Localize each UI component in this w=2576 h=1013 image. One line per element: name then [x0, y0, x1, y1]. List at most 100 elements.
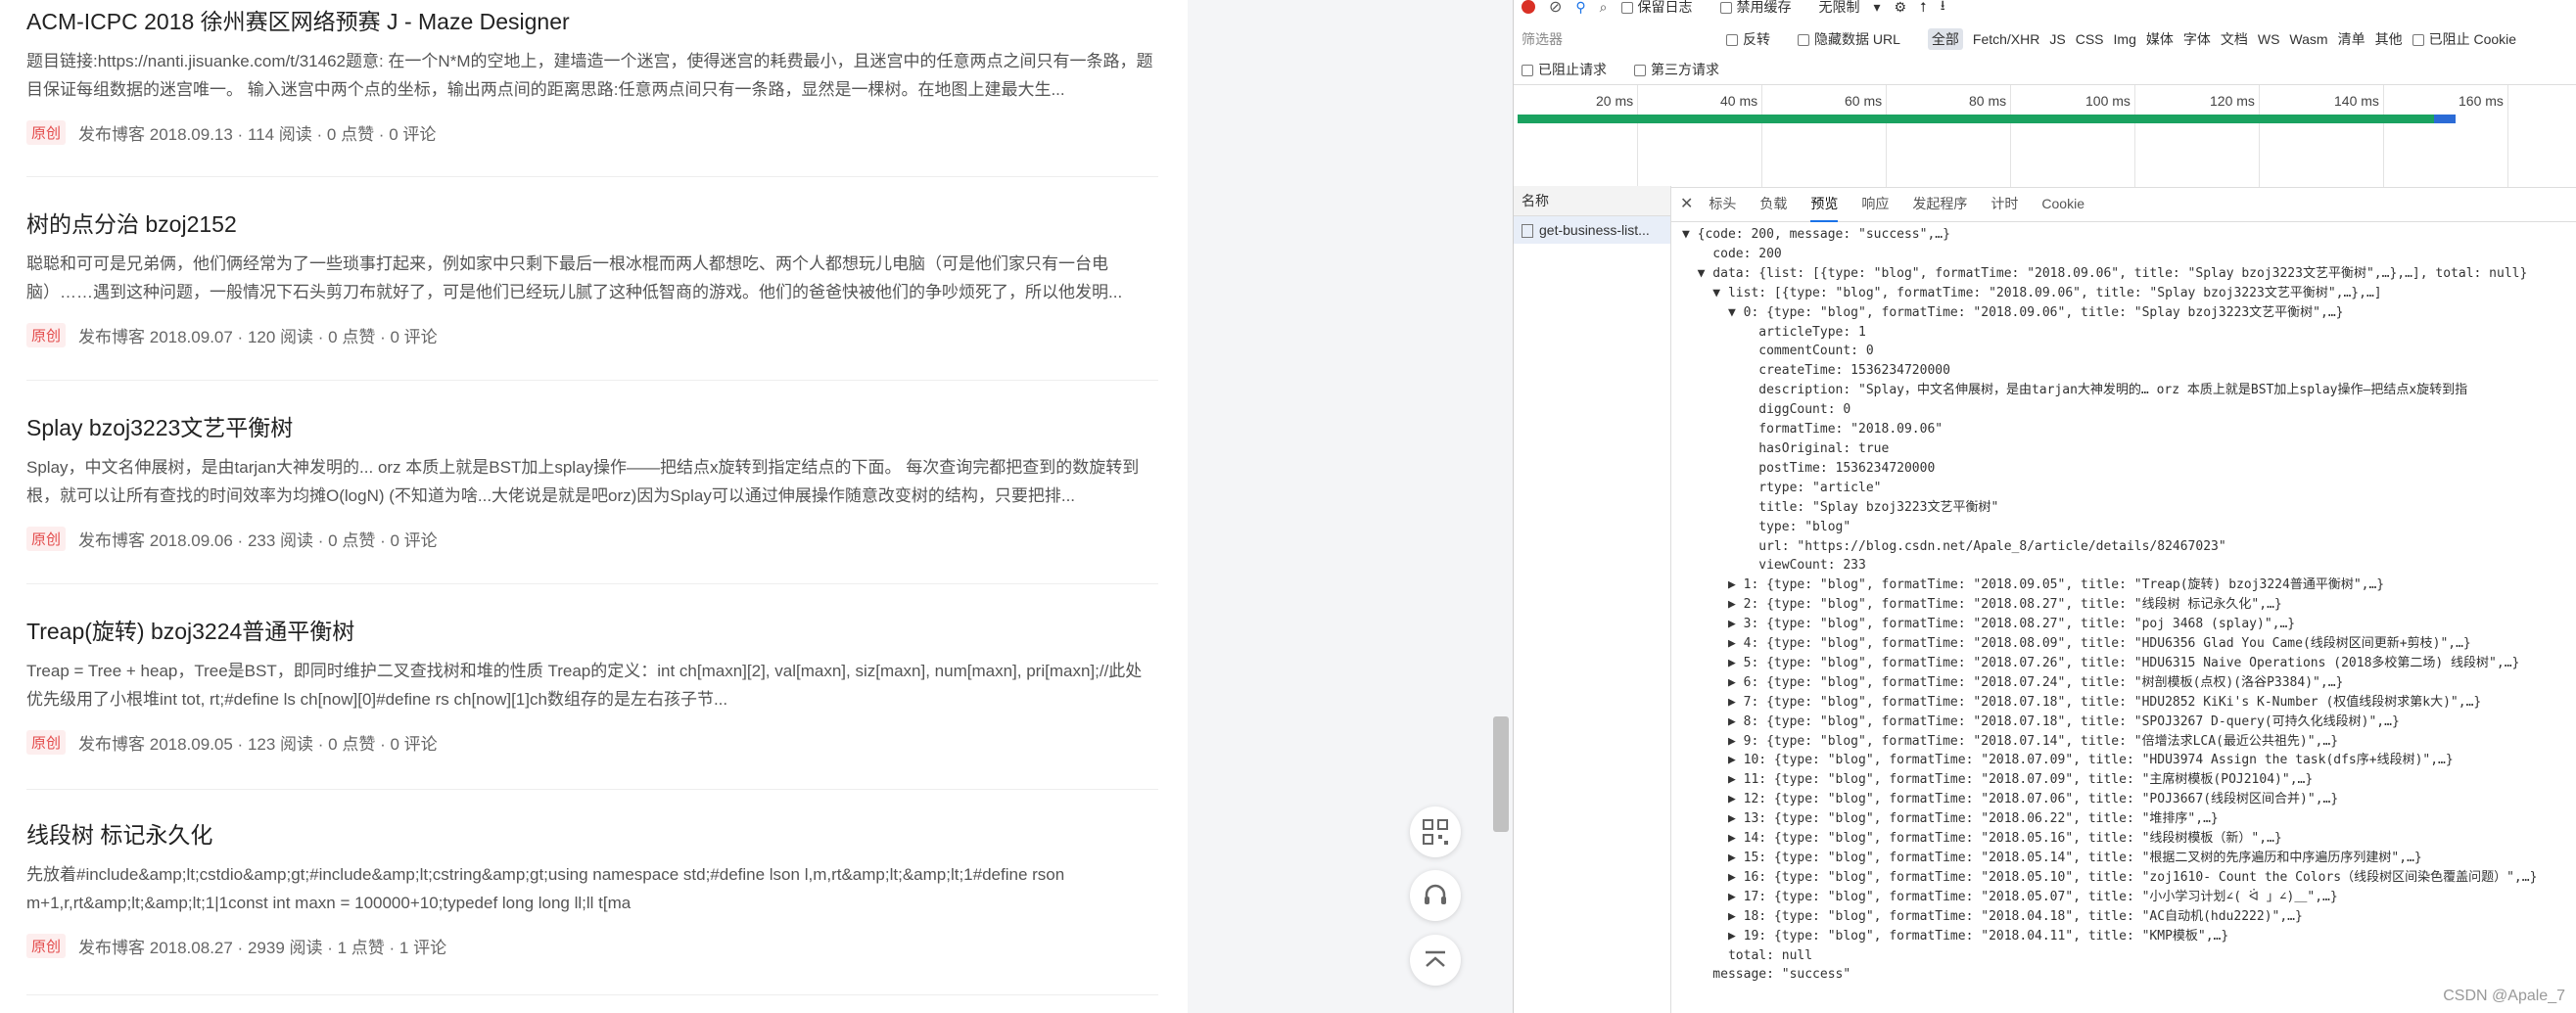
json-preview-tree[interactable]: ▼ {code: 200, message: "success",…} code…	[1682, 225, 2576, 985]
timeline-tick-label: 160 ms	[2459, 93, 2504, 109]
article-item[interactable]: Treap(旋转) bzoj3224普通平衡树 Treap = Tree + h…	[26, 617, 1158, 755]
close-icon[interactable]: ✕	[1680, 194, 1693, 213]
chevron-down-icon[interactable]: ▾	[1874, 0, 1881, 16]
json-tree-line[interactable]: ▶ 2: {type: "blog", formatTime: "2018.08…	[1682, 595, 2576, 615]
json-tree-line[interactable]: ▶ 17: {type: "blog", formatTime: "2018.0…	[1682, 888, 2576, 907]
type-filter[interactable]: 字体	[2183, 29, 2211, 49]
article-title[interactable]: Treap(旋转) bzoj3224普通平衡树	[26, 617, 1158, 646]
page-gutter	[1188, 0, 1513, 1013]
timeline-gridline	[2383, 85, 2384, 187]
divider	[26, 176, 1158, 177]
article-title[interactable]: ACM-ICPC 2018 徐州赛区网络预赛 J - Maze Designer	[26, 7, 1158, 36]
json-tree-line[interactable]: ▶ 6: {type: "blog", formatTime: "2018.07…	[1682, 673, 2576, 693]
json-tree-line[interactable]: ▶ 8: {type: "blog", formatTime: "2018.07…	[1682, 713, 2576, 732]
type-filter[interactable]: 清单	[2338, 29, 2365, 49]
filter-icon[interactable]: ⚲	[1575, 0, 1585, 16]
article-description: Treap = Tree + heap，Tree是BST，即同时维护二叉查找树和…	[26, 662, 1143, 709]
qr-code-button[interactable]	[1410, 806, 1461, 857]
type-filter-all[interactable]: 全部	[1927, 28, 1963, 50]
view-count: 2939 阅读 ·	[247, 938, 333, 957]
blocked-requests-checkbox[interactable]: 已阻止请求	[1522, 60, 1620, 79]
clear-icon[interactable]: ⊘	[1549, 0, 1562, 17]
network-timeline-overview[interactable]: 20 ms 40 ms 60 ms 80 ms 100 ms 120 ms 14…	[1514, 84, 2576, 188]
json-tree-line[interactable]: ▶ 10: {type: "blog", formatTime: "2018.0…	[1682, 751, 2576, 770]
type-filter[interactable]: 其他	[2375, 29, 2403, 49]
tab-timing[interactable]: 计时	[1991, 194, 2018, 213]
type-filter[interactable]: WS	[2258, 31, 2280, 47]
json-tree-line[interactable]: ▶ 13: {type: "blog", formatTime: "2018.0…	[1682, 809, 2576, 829]
name-column-header[interactable]: 名称	[1514, 186, 1670, 216]
json-tree-line[interactable]: ▶ 19: {type: "blog", formatTime: "2018.0…	[1682, 927, 2576, 946]
article-title[interactable]: 树的点分治 bzoj2152	[26, 209, 1158, 239]
json-tree-line[interactable]: ▼ data: {list: [{type: "blog", formatTim…	[1682, 264, 2576, 284]
search-icon[interactable]: ⌕	[1600, 0, 1608, 16]
json-tree-line[interactable]: ▼ 0: {type: "blog", formatTime: "2018.09…	[1682, 303, 2576, 323]
json-tree-line[interactable]: ▶ 9: {type: "blog", formatTime: "2018.07…	[1682, 732, 2576, 752]
json-tree-line[interactable]: ▶ 11: {type: "blog", formatTime: "2018.0…	[1682, 770, 2576, 790]
article-item[interactable]: ACM-ICPC 2018 徐州赛区网络预赛 J - Maze Designer…	[26, 7, 1158, 145]
tab-initiator[interactable]: 发起程序	[1912, 194, 1967, 213]
article-description: 题目链接:https://nanti.jisuanke.com/t/31462题…	[26, 52, 1153, 99]
type-filter[interactable]: Fetch/XHR	[1973, 31, 2039, 47]
article-description: Splay，中文名伸展树，是由tarjan大神发明的... orz 本质上就是B…	[26, 458, 1140, 505]
customer-service-button[interactable]	[1410, 870, 1461, 921]
article-title[interactable]: 线段树 标记永久化	[26, 820, 1158, 850]
tab-cookies[interactable]: Cookie	[2041, 196, 2084, 211]
tab-headers[interactable]: 标头	[1709, 194, 1736, 213]
json-tree-line: url: "https://blog.csdn.net/Apale_8/arti…	[1682, 538, 2226, 554]
invert-checkbox[interactable]: 反转	[1726, 29, 1784, 49]
article-title[interactable]: Splay bzoj3223文艺平衡树	[26, 413, 1158, 442]
json-tree-line[interactable]: ▼ {code: 200, message: "success",…}	[1682, 225, 2576, 245]
disable-cache-label: 禁用缓存	[1736, 0, 1792, 15]
third-party-checkbox[interactable]: 第三方请求	[1634, 60, 1733, 79]
tab-response[interactable]: 响应	[1861, 194, 1889, 213]
json-tree-line[interactable]: ▶ 15: {type: "blog", formatTime: "2018.0…	[1682, 849, 2576, 868]
json-tree-line[interactable]: ▶ 4: {type: "blog", formatTime: "2018.08…	[1682, 634, 2576, 654]
json-tree-line[interactable]: ▶ 14: {type: "blog", formatTime: "2018.0…	[1682, 829, 2576, 849]
type-filter[interactable]: Wasm	[2289, 31, 2327, 47]
json-tree-line[interactable]: ▶ 7: {type: "blog", formatTime: "2018.07…	[1682, 693, 2576, 713]
timeline-download-bar	[2434, 115, 2456, 123]
json-tree-line: formatTime: "2018.09.06"	[1682, 422, 1944, 437]
json-tree-line[interactable]: ▶ 12: {type: "blog", formatTime: "2018.0…	[1682, 790, 2576, 809]
timeline-tick-label: 60 ms	[1845, 93, 1883, 109]
json-tree-line[interactable]: ▼ list: [{type: "blog", formatTime: "201…	[1682, 284, 2576, 303]
json-tree-line: articleType: 1	[1682, 324, 1866, 340]
blocked-cookies-checkbox[interactable]: 已阻止 Cookie	[2412, 29, 2530, 49]
devtools-network-panel: ⊘ ⚲ ⌕ 保留日志 禁用缓存 无限制 ▾ ⚙ ⭡ ⭳ 筛选器 反转 隐藏数据 …	[1513, 0, 2576, 1013]
type-filter[interactable]: JS	[2049, 31, 2065, 47]
json-tree-line: viewCount: 233	[1682, 558, 1866, 574]
timeline-tick-label: 80 ms	[1969, 93, 2007, 109]
type-filter[interactable]: Img	[2114, 31, 2136, 47]
back-to-top-button[interactable]	[1410, 935, 1461, 986]
article-item[interactable]: Splay bzoj3223文艺平衡树 Splay，中文名伸展树，是由tarja…	[26, 413, 1158, 551]
json-tree-line[interactable]: ▶ 3: {type: "blog", formatTime: "2018.08…	[1682, 615, 2576, 634]
request-row[interactable]: get-business-list...	[1514, 216, 1670, 244]
preserve-log-checkbox[interactable]: 保留日志	[1620, 0, 1707, 17]
download-icon[interactable]: ⭳	[1941, 0, 1945, 19]
divider	[26, 583, 1158, 584]
page-scrollbar[interactable]	[1493, 716, 1509, 832]
wifi-settings-icon[interactable]: ⚙	[1895, 0, 1907, 16]
tab-payload[interactable]: 负载	[1759, 194, 1787, 213]
upload-icon[interactable]: ⭡	[1920, 0, 1927, 16]
type-filter[interactable]: CSS	[2076, 31, 2104, 47]
filter-input[interactable]: 筛选器	[1522, 29, 1712, 49]
article-item[interactable]: 树的点分治 bzoj2152 聪聪和可可是兄弟俩，他们俩经常为了一些琐事打起来，…	[26, 209, 1158, 347]
throttle-select[interactable]: 无限制	[1819, 0, 1860, 17]
json-tree-line[interactable]: ▶ 1: {type: "blog", formatTime: "2018.09…	[1682, 576, 2576, 595]
hide-data-url-checkbox[interactable]: 隐藏数据 URL	[1798, 29, 1914, 49]
json-tree-line[interactable]: ▶ 18: {type: "blog", formatTime: "2018.0…	[1682, 907, 2576, 927]
article-item[interactable]: 线段树 标记永久化 先放着#include&amp;lt;cstdio&amp;…	[26, 820, 1158, 958]
json-tree-line: postTime: 1536234720000	[1682, 460, 1936, 476]
record-icon[interactable]	[1522, 0, 1535, 14]
json-tree-line[interactable]: ▶ 5: {type: "blog", formatTime: "2018.07…	[1682, 654, 2576, 673]
disable-cache-checkbox[interactable]: 禁用缓存	[1719, 0, 1805, 17]
view-count: 114 阅读 ·	[247, 124, 323, 144]
tab-preview[interactable]: 预览	[1810, 194, 1839, 222]
type-filter[interactable]: 文档	[2221, 29, 2248, 49]
json-tree-line[interactable]: ▶ 16: {type: "blog", formatTime: "2018.0…	[1682, 868, 2576, 888]
timeline-gridline	[2259, 85, 2260, 187]
type-filter[interactable]: 媒体	[2146, 29, 2174, 49]
timeline-tick-label: 140 ms	[2334, 93, 2379, 109]
